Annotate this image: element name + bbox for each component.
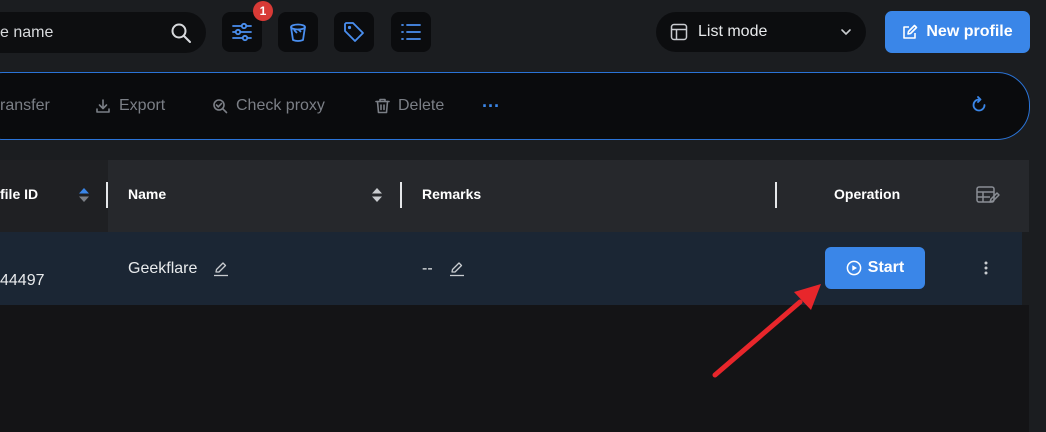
view-mode-label: List mode	[698, 23, 768, 40]
bucket-button[interactable]	[278, 12, 318, 52]
delete-label: Delete	[398, 97, 445, 114]
search-input[interactable]: e name	[0, 24, 170, 42]
list-button[interactable]	[391, 12, 431, 52]
edit-pencil-icon[interactable]	[213, 261, 229, 277]
table-body-empty	[0, 305, 1029, 432]
chevron-down-icon	[841, 29, 851, 36]
check-proxy-label: Check proxy	[236, 97, 325, 114]
sliders-icon	[232, 22, 252, 42]
transfer-label: ransfer	[0, 97, 50, 114]
annotation-arrow	[712, 284, 821, 378]
tag-button[interactable]	[334, 12, 374, 52]
filter-badge: 1	[253, 1, 273, 21]
export-label: Export	[119, 97, 166, 114]
bucket-icon	[290, 23, 306, 42]
proxy-check-icon	[213, 99, 228, 114]
new-profile-button[interactable]: New profile	[885, 11, 1030, 53]
transfer-button[interactable]: ransfer	[0, 96, 50, 116]
check-proxy-button[interactable]: Check proxy	[212, 96, 325, 116]
list-icon	[401, 24, 421, 40]
column-divider[interactable]	[400, 182, 402, 208]
edit-square-icon	[903, 24, 918, 39]
search-field[interactable]: e name	[0, 12, 206, 53]
sort-icon[interactable]	[371, 186, 383, 204]
column-divider[interactable]	[775, 182, 777, 208]
column-divider[interactable]	[106, 182, 108, 208]
download-icon	[96, 99, 110, 113]
play-circle-icon	[846, 260, 862, 276]
scroll-gutter	[1029, 160, 1046, 432]
column-name: Name	[128, 186, 167, 202]
search-icon[interactable]	[170, 22, 192, 44]
view-mode-select[interactable]: List mode	[656, 12, 866, 52]
edit-pencil-icon[interactable]	[449, 261, 465, 277]
trash-icon	[375, 98, 390, 114]
tag-icon	[344, 22, 364, 42]
new-profile-label: New profile	[926, 23, 1013, 40]
sort-icon[interactable]	[78, 186, 90, 204]
column-operation: Operation	[834, 186, 901, 202]
table-settings-icon[interactable]	[976, 185, 1002, 205]
start-label: Start	[867, 259, 905, 276]
start-button[interactable]: Start	[825, 247, 925, 289]
delete-button[interactable]: Delete	[375, 96, 444, 116]
profile-id-cell: 44497	[0, 272, 45, 289]
export-button[interactable]: Export	[95, 96, 165, 116]
more-vertical-icon[interactable]	[981, 259, 991, 277]
remarks-cell: --	[422, 260, 433, 277]
column-remarks: Remarks	[422, 186, 482, 202]
layout-icon	[670, 23, 688, 41]
refresh-icon[interactable]	[970, 96, 988, 114]
more-actions-label: ···	[482, 95, 500, 116]
more-actions-button[interactable]: ···	[482, 96, 500, 116]
name-cell: Geekflare	[128, 260, 198, 277]
column-profile-id: file ID	[0, 186, 39, 202]
